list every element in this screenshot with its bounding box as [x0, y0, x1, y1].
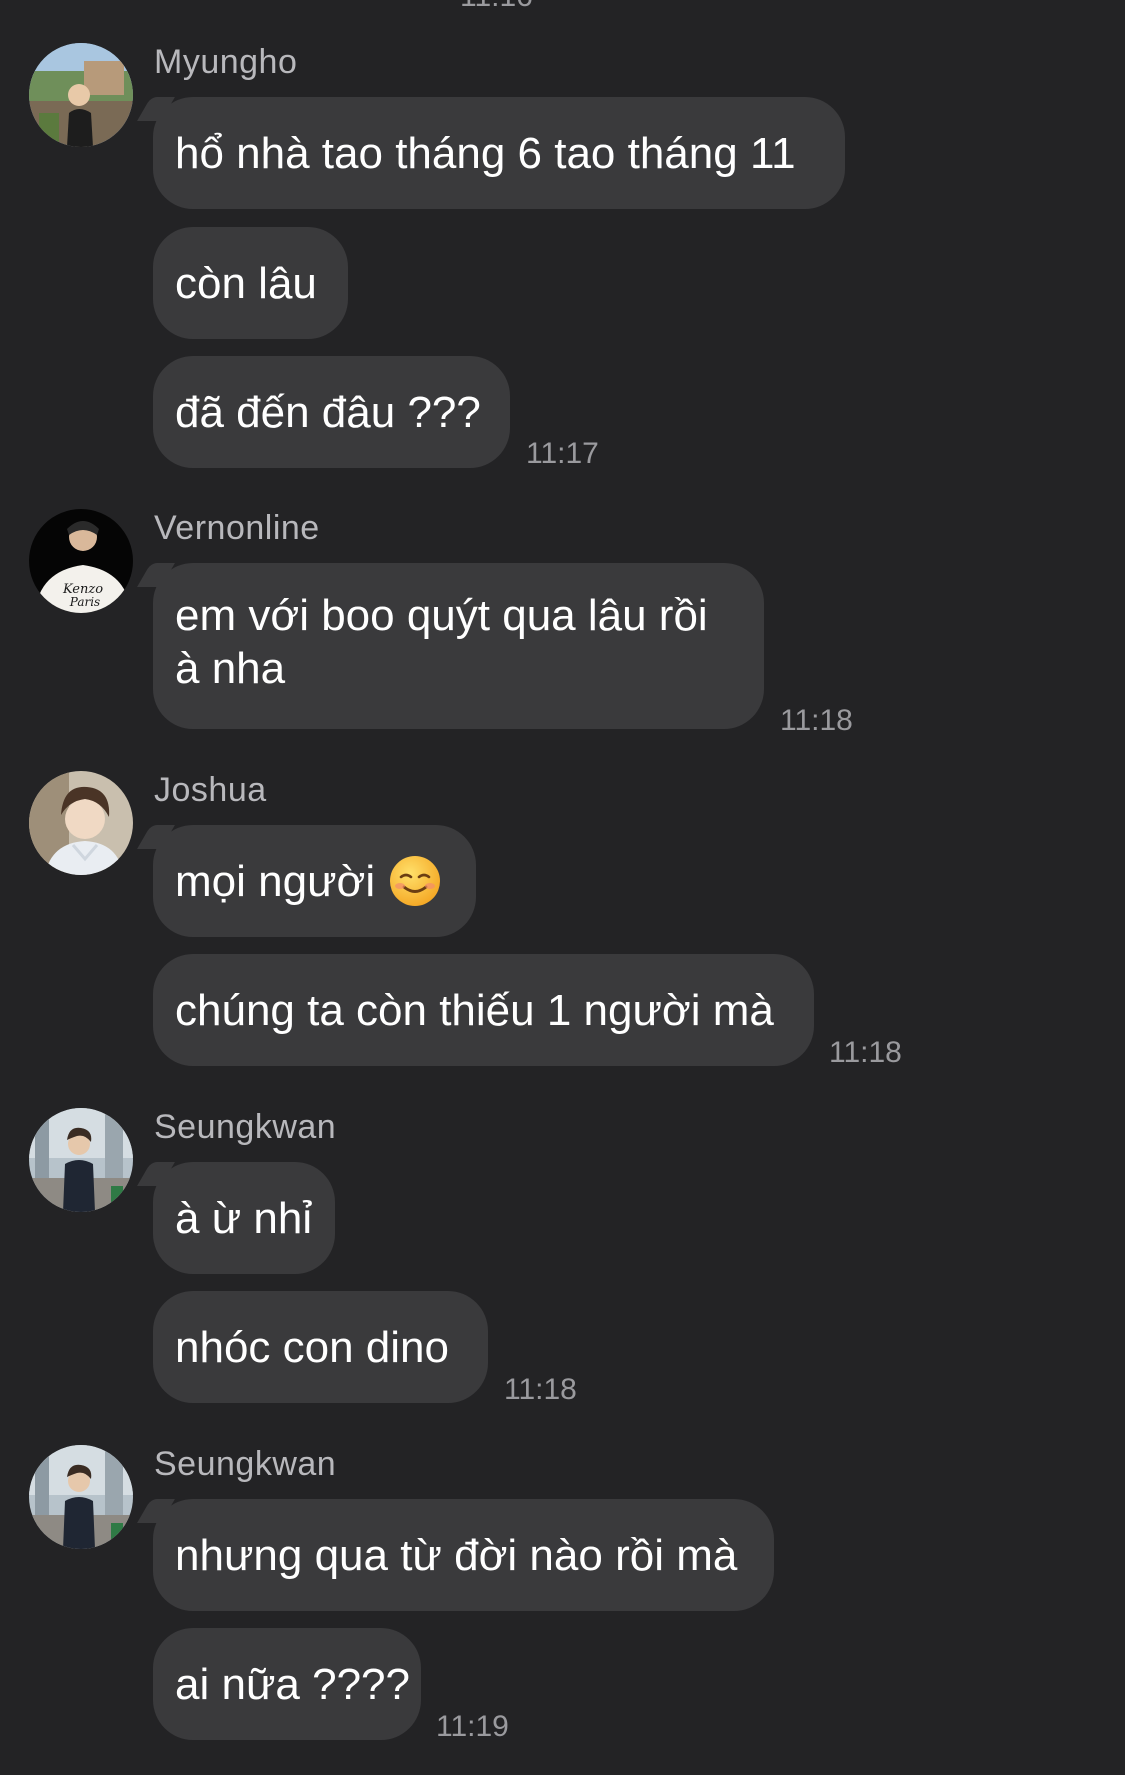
message-timestamp: 11:17	[526, 437, 599, 470]
message-bubble[interactable]: mọi người	[153, 825, 476, 937]
svg-text:Paris: Paris	[69, 595, 100, 609]
message-text: nhưng qua từ đời nào rồi mà	[175, 1530, 738, 1580]
message-text: còn lâu	[175, 258, 317, 308]
message-text: đã đến đâu ???	[175, 387, 481, 437]
avatar-vernonline[interactable]: Kenzo Paris	[29, 509, 133, 613]
message-bubble[interactable]: chúng ta còn thiếu 1 người mà	[153, 954, 814, 1066]
message-text: em với boo quýt qua lâu rồi à nha	[175, 591, 708, 693]
message-text: chúng ta còn thiếu 1 người mà	[175, 985, 774, 1035]
message-timestamp: 11:18	[829, 1036, 902, 1069]
message-timestamp: 11:19	[436, 1710, 509, 1743]
message-bubble[interactable]: hổ nhà tao tháng 6 tao tháng 11	[153, 97, 845, 209]
previous-timestamp: 11:16	[460, 0, 533, 14]
smiling-face-icon	[389, 855, 441, 907]
sender-name: Vernonline	[154, 509, 320, 547]
sender-name: Seungkwan	[154, 1108, 337, 1146]
message-text: à ừ nhỉ	[175, 1193, 313, 1243]
message-bubble[interactable]: em với boo quýt qua lâu rồi à nha	[153, 563, 764, 729]
message-text: hổ nhà tao tháng 6 tao tháng 11	[175, 128, 796, 178]
message-bubble[interactable]: ai nữa ????	[153, 1628, 421, 1740]
sender-name: Myungho	[154, 43, 298, 81]
message-bubble[interactable]: nhóc con dino	[153, 1291, 488, 1403]
message-bubble[interactable]: nhưng qua từ đời nào rồi mà	[153, 1499, 774, 1611]
avatar-seungkwan[interactable]	[29, 1108, 133, 1212]
message-timestamp: 11:18	[780, 704, 853, 737]
sender-name: Joshua	[154, 771, 267, 809]
avatar-myungho[interactable]	[29, 43, 133, 147]
message-bubble[interactable]: còn lâu	[153, 227, 348, 339]
message-text: nhóc con dino	[175, 1322, 449, 1372]
avatar-joshua[interactable]	[29, 771, 133, 875]
message-timestamp: 11:18	[504, 1373, 577, 1406]
message-bubble[interactable]: à ừ nhỉ	[153, 1162, 335, 1274]
message-text: mọi người	[175, 856, 376, 906]
message-text: ai nữa ????	[175, 1659, 410, 1709]
message-bubble[interactable]: đã đến đâu ???	[153, 356, 510, 468]
avatar-seungkwan[interactable]	[29, 1445, 133, 1549]
sender-name: Seungkwan	[154, 1445, 337, 1483]
